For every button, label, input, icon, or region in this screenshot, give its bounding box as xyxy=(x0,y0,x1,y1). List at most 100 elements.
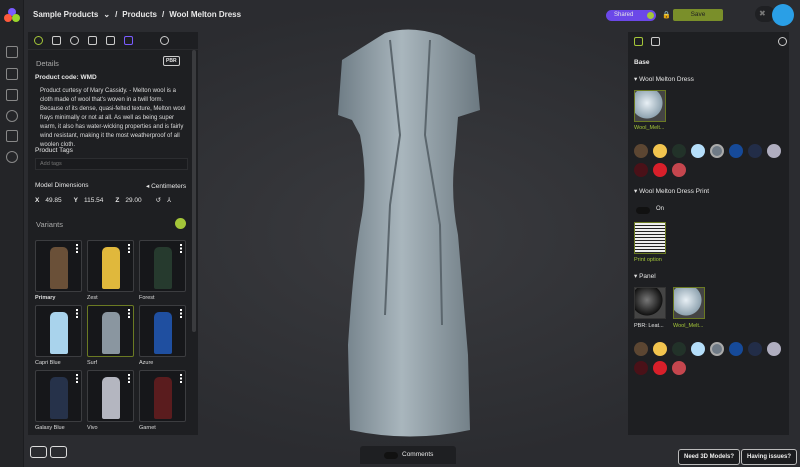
camera-button[interactable] xyxy=(30,446,47,458)
model-tab-icon[interactable] xyxy=(52,36,61,45)
color-swatch[interactable] xyxy=(748,342,762,356)
x-value[interactable]: 49.85 xyxy=(45,197,61,204)
lock-icon[interactable]: 🔒 xyxy=(662,11,671,19)
z-value[interactable]: 29.00 xyxy=(125,197,141,204)
need-models-button[interactable]: Need 3D Models? xyxy=(678,449,741,465)
shared-toggle[interactable]: Shared xyxy=(606,10,656,21)
help-icon[interactable] xyxy=(778,36,787,46)
tags-input[interactable] xyxy=(35,158,188,170)
variant-thumb[interactable] xyxy=(35,240,82,292)
color-swatch[interactable] xyxy=(653,361,667,375)
more-icon[interactable] xyxy=(76,374,78,383)
material-thumb[interactable] xyxy=(634,287,666,319)
tags-heading: Product Tags xyxy=(35,147,73,154)
grid-tab-icon[interactable] xyxy=(88,36,97,45)
help-icon[interactable] xyxy=(160,36,169,45)
variant-thumb[interactable] xyxy=(35,305,82,357)
color-swatch[interactable] xyxy=(634,144,648,158)
save-button[interactable]: Save xyxy=(673,9,723,21)
axes-icon[interactable]: ⅄ xyxy=(167,196,171,204)
group-toggle[interactable]: ▾ Wool Melton Dress xyxy=(634,75,694,83)
color-swatch[interactable] xyxy=(653,163,667,177)
more-icon[interactable] xyxy=(180,244,182,253)
variant-label: Galaxy Blue xyxy=(35,425,65,431)
breadcrumb: Sample Products ⌄ / Products / Wool Melton … xyxy=(33,10,242,19)
color-swatch[interactable] xyxy=(653,342,667,356)
material-thumb[interactable] xyxy=(673,287,705,319)
more-icon[interactable] xyxy=(76,309,78,318)
more-icon[interactable] xyxy=(128,309,130,318)
dress-preview xyxy=(50,377,68,419)
color-swatch[interactable] xyxy=(710,342,724,356)
having-issues-button[interactable]: Having issues? xyxy=(741,449,798,465)
more-icon[interactable] xyxy=(76,244,78,253)
color-swatch[interactable] xyxy=(672,144,686,158)
briefcase-icon[interactable] xyxy=(6,130,18,142)
bookmark-icon[interactable] xyxy=(6,89,18,101)
color-swatch[interactable] xyxy=(672,361,686,375)
variant-thumb[interactable] xyxy=(35,370,82,422)
scrollbar[interactable] xyxy=(192,50,196,332)
dress-preview xyxy=(154,377,172,419)
print-toggle[interactable] xyxy=(636,207,650,214)
avatar[interactable] xyxy=(772,4,794,26)
comments-toggle[interactable]: Comments xyxy=(360,446,456,464)
color-swatch[interactable] xyxy=(672,342,686,356)
info-tab-icon[interactable] xyxy=(34,36,43,45)
copy-icon[interactable] xyxy=(6,68,18,80)
add-variant-button[interactable] xyxy=(175,218,186,229)
color-swatch[interactable] xyxy=(729,144,743,158)
color-swatch[interactable] xyxy=(634,163,648,177)
variant-thumb[interactable] xyxy=(87,370,134,422)
color-swatch[interactable] xyxy=(767,342,781,356)
more-icon[interactable] xyxy=(128,374,130,383)
user-icon[interactable] xyxy=(6,110,18,122)
left-panel: Details PBR Product code: WMD Product cu… xyxy=(28,32,198,435)
variant-thumb[interactable] xyxy=(87,240,134,292)
group-toggle[interactable]: ▾ Wool Melton Dress Print xyxy=(634,187,709,195)
reset-icon[interactable]: ↺ xyxy=(156,196,161,204)
variant-thumb[interactable] xyxy=(139,370,186,422)
material-tab-icon[interactable] xyxy=(70,36,79,45)
dashboard-icon[interactable] xyxy=(6,46,18,58)
calendar-tab-icon[interactable] xyxy=(106,36,115,45)
color-swatch[interactable] xyxy=(748,144,762,158)
variant-label: Primary xyxy=(35,295,56,301)
variant-label: Forest xyxy=(139,295,155,301)
print-thumb[interactable] xyxy=(634,222,666,254)
y-value[interactable]: 115.54 xyxy=(84,197,103,204)
variant-label: Garnet xyxy=(139,425,156,431)
color-swatch[interactable] xyxy=(767,144,781,158)
color-swatch[interactable] xyxy=(634,342,648,356)
product-code: Product code: WMD xyxy=(35,74,97,81)
color-swatch[interactable] xyxy=(634,361,648,375)
document-tab-icon[interactable] xyxy=(651,36,660,46)
list-button[interactable] xyxy=(50,446,67,458)
color-swatch[interactable] xyxy=(691,342,705,356)
paint-tab-icon[interactable] xyxy=(634,36,643,46)
app-logo[interactable] xyxy=(3,6,21,24)
chevron-down-icon[interactable]: ⌄ xyxy=(103,10,110,19)
more-icon[interactable] xyxy=(180,309,182,318)
color-swatch[interactable] xyxy=(653,144,667,158)
variant-thumb[interactable] xyxy=(87,305,134,357)
more-icon[interactable] xyxy=(180,374,182,383)
breadcrumb-project[interactable]: Sample Products xyxy=(33,10,98,19)
pbr-badge: PBR xyxy=(163,56,180,66)
more-icon[interactable] xyxy=(128,244,130,253)
help-icon[interactable] xyxy=(6,151,18,163)
color-swatch[interactable] xyxy=(691,144,705,158)
variant-label: Zest xyxy=(87,295,98,301)
color-swatch[interactable] xyxy=(729,342,743,356)
dress-preview xyxy=(154,247,172,289)
color-swatch[interactable] xyxy=(710,144,724,158)
variant-thumb[interactable] xyxy=(139,305,186,357)
export-tab-icon[interactable] xyxy=(124,36,133,45)
units-select[interactable]: ◂ Centimeters xyxy=(146,182,186,190)
variant-label: Capri Blue xyxy=(35,360,61,366)
breadcrumb-section[interactable]: Products xyxy=(122,10,157,19)
variant-thumb[interactable] xyxy=(139,240,186,292)
material-thumb[interactable] xyxy=(634,90,666,122)
color-swatch[interactable] xyxy=(672,163,686,177)
group-toggle[interactable]: ▾ Panel xyxy=(634,272,656,280)
